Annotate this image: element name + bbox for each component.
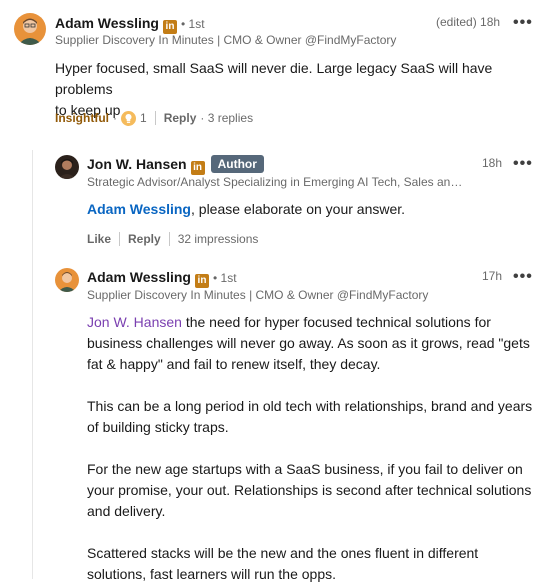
reply-button[interactable]: Reply [164, 111, 197, 125]
reply-button[interactable]: Reply [128, 232, 161, 246]
reply-line: and delivery. [87, 503, 166, 519]
impressions-count: 32 impressions [177, 232, 259, 246]
reply-line: This can be a long period in old tech wi… [87, 398, 533, 414]
replies-count[interactable]: · 3 replies [200, 111, 253, 125]
reply-line: of building sticky traps. [87, 419, 229, 435]
reply-text: , please elaborate on your answer. [191, 201, 406, 217]
reply-line: business challenges will never go away. … [87, 335, 530, 351]
avatar[interactable] [55, 268, 79, 292]
reply-author-row: Jon W. Hansen in Author [87, 155, 264, 175]
divider [168, 232, 170, 246]
avatar-image [55, 268, 79, 292]
reply-body: Adam Wessling, please elaborate on your … [87, 199, 547, 220]
reply-line: Jon W. Hansen the need for hyper focused… [87, 312, 552, 333]
reply-body: Jon W. Hansen the need for hyper focused… [87, 312, 552, 585]
comment-time: (edited) 18h [436, 15, 501, 29]
author-name[interactable]: Adam Wessling [55, 15, 159, 31]
more-options-icon[interactable]: ••• [513, 269, 533, 285]
more-options-icon[interactable]: ••• [513, 15, 533, 31]
mention-link[interactable]: Jon W. Hansen [87, 314, 182, 330]
linkedin-icon: in [195, 274, 209, 288]
connection-degree: • 1st [213, 271, 237, 285]
divider [119, 232, 121, 246]
reply-line: For the new age startups with a SaaS bus… [87, 461, 523, 477]
author-name[interactable]: Jon W. Hansen [87, 156, 187, 172]
comment-author-row: Adam Wessling in • 1st [55, 14, 205, 34]
reaction-count[interactable]: 1 [140, 111, 147, 125]
avatar[interactable] [55, 155, 79, 179]
comment-actions: Insightful · 1 Reply · 3 replies [55, 110, 253, 126]
author-headline: Supplier Discovery In Minutes | CMO & Ow… [87, 288, 429, 302]
thread-line [32, 150, 33, 579]
divider [154, 111, 156, 125]
avatar-image [55, 155, 79, 179]
linkedin-icon: in [190, 161, 205, 175]
linkedin-icon: in [163, 20, 177, 34]
like-button[interactable]: Like [87, 232, 111, 246]
author-headline: Supplier Discovery In Minutes | CMO & Ow… [55, 33, 397, 47]
reply-time: 18h [482, 156, 503, 170]
reply-line: your promise, your out. Relationships is… [87, 482, 532, 498]
connection-degree: • 1st [181, 17, 205, 31]
insightful-reaction-label[interactable]: Insightful [55, 111, 109, 125]
avatar[interactable] [14, 13, 46, 45]
author-headline: Strategic Advisor/Analyst Specializing i… [87, 175, 467, 189]
reply-author-row: Adam Wessling in • 1st [87, 268, 237, 288]
comment-line: Hyper focused, small SaaS will never die… [55, 60, 493, 97]
mention-link[interactable]: Adam Wessling [87, 201, 191, 217]
avatar-image [14, 13, 46, 45]
author-name[interactable]: Adam Wessling [87, 269, 191, 285]
reply-time: 17h [482, 269, 503, 283]
more-options-icon[interactable]: ••• [513, 156, 533, 172]
reply-text: the need for hyper focused technical sol… [181, 314, 491, 330]
separator-dot: · [113, 111, 117, 125]
insightful-icon [121, 110, 136, 126]
author-badge: Author [210, 155, 264, 173]
reply-actions: Like Reply 32 impressions [87, 231, 258, 247]
reply-line: Scattered stacks will be the new and the… [87, 545, 479, 561]
reply-line: fat & happy" and fail to renew itself, t… [87, 356, 381, 372]
reply-line: solutions, fast learners will run the op… [87, 566, 337, 582]
